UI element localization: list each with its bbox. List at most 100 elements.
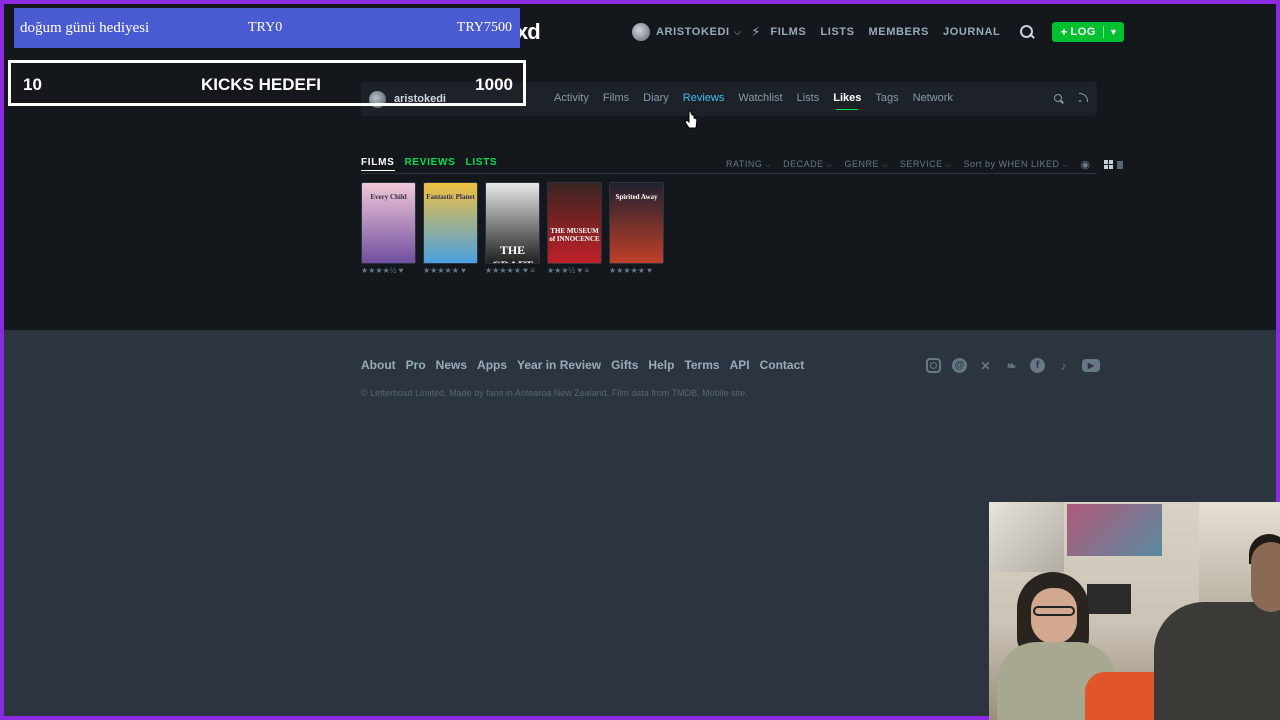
webcam-overlay xyxy=(989,502,1280,720)
rating-stars: ★★★½ xyxy=(547,266,576,275)
facebook-icon[interactable]: f xyxy=(1030,358,1045,373)
filter-bar: RATING ⌵ DECADE ⌵ GENRE ⌵ SERVICE ⌵ Sort by … xyxy=(726,158,1123,171)
footer-credit: © Letterboxd Limited. Made by fans in Ao… xyxy=(361,388,748,398)
film-poster[interactable]: Every Child xyxy=(361,182,416,264)
log-button-label: LOG xyxy=(1070,26,1097,38)
main-area: xd ARISTOKEDI ⌵ ⚡︎ FILMS LISTS MEMBERS J… xyxy=(4,4,1276,330)
instagram-icon[interactable] xyxy=(926,358,941,373)
filter-genre-label: GENRE xyxy=(844,159,879,169)
nav-lists[interactable]: LISTS xyxy=(820,26,854,38)
footer-link-help[interactable]: Help xyxy=(648,358,674,372)
wall-poster xyxy=(1067,504,1162,556)
likes-subtabs: FILMS REVIEWS LISTS xyxy=(361,157,507,171)
liked-heart-icon: ♥ xyxy=(396,266,404,275)
poster-meta: ★★★★★ ♥ xyxy=(423,266,478,275)
filter-service[interactable]: SERVICE ⌵ xyxy=(900,159,952,170)
sort-dropdown[interactable]: Sort by WHEN LIKED ⌵ xyxy=(963,159,1068,170)
tab-network[interactable]: Network xyxy=(913,92,953,104)
filter-rating[interactable]: RATING ⌵ xyxy=(726,159,771,170)
tab-diary[interactable]: Diary xyxy=(643,92,669,104)
donation-goal-overlay: doğum günü hediyesi TRY0 TRY7500 xyxy=(14,8,520,48)
film-poster[interactable]: Fantastic Planet xyxy=(423,182,478,264)
filter-rating-label: RATING xyxy=(726,159,763,169)
subtab-reviews[interactable]: REVIEWS xyxy=(405,157,456,171)
sort-label: Sort by WHEN LIKED xyxy=(963,159,1060,169)
monitor xyxy=(1087,584,1131,614)
tab-activity[interactable]: Activity xyxy=(554,92,589,104)
footer-link-apps[interactable]: Apps xyxy=(477,358,507,372)
second-person-body xyxy=(1154,602,1280,720)
chevron-down-icon[interactable]: ▼ xyxy=(1109,27,1118,37)
second-person-head xyxy=(1251,542,1280,612)
avatar[interactable] xyxy=(632,23,650,41)
filter-service-label: SERVICE xyxy=(899,159,943,169)
nav-journal[interactable]: JOURNAL xyxy=(943,26,1000,38)
rating-stars: ★★★★★ xyxy=(609,266,645,275)
tab-watchlist[interactable]: Watchlist xyxy=(738,92,782,104)
search-icon[interactable] xyxy=(1020,25,1034,39)
bluesky-icon[interactable]: ❧ xyxy=(1004,358,1019,373)
film-poster-item[interactable]: THE MUSEUM of INNOCENCE ★★★½ ♥ ≡ xyxy=(547,182,602,275)
poster-meta: ★★★★★ ♥ ≡ xyxy=(485,266,540,275)
chevron-down-icon: ⌵ xyxy=(826,162,833,169)
footer-link-api[interactable]: API xyxy=(730,358,750,372)
rss-icon[interactable] xyxy=(1079,93,1089,103)
tab-films[interactable]: Films xyxy=(603,92,629,104)
poster-title: Fantastic Planet xyxy=(426,193,475,201)
review-text-icon: ≡ xyxy=(527,266,535,275)
footer-link-pro[interactable]: Pro xyxy=(406,358,426,372)
kicks-title: KICKS HEDEFI xyxy=(201,75,321,94)
subtab-lists[interactable]: LISTS xyxy=(466,157,498,171)
tab-lists[interactable]: Lists xyxy=(797,92,820,104)
log-button-divider xyxy=(1103,26,1105,38)
threads-icon[interactable]: @ xyxy=(952,358,967,373)
footer-link-year-in-review[interactable]: Year in Review xyxy=(517,358,601,372)
filter-decade-label: DECADE xyxy=(783,159,824,169)
subtab-films[interactable]: FILMS xyxy=(361,157,395,171)
poster-title: THE MUSEUM of INNOCENCE xyxy=(549,227,600,243)
nav-films[interactable]: FILMS xyxy=(770,26,806,38)
eye-icon[interactable]: ◉ xyxy=(1080,158,1090,171)
film-poster[interactable]: THE MUSEUM of INNOCENCE xyxy=(547,182,602,264)
footer-link-news[interactable]: News xyxy=(436,358,467,372)
tab-tags[interactable]: Tags xyxy=(875,92,898,104)
rating-stars: ★★★★½ xyxy=(361,266,397,275)
account-username[interactable]: ARISTOKEDI xyxy=(656,26,730,38)
footer-links: About Pro News Apps Year in Review Gifts… xyxy=(361,358,814,372)
tab-reviews[interactable]: Reviews xyxy=(683,92,725,104)
chevron-down-icon[interactable]: ⌵ xyxy=(734,27,742,38)
x-icon[interactable]: ✕ xyxy=(978,358,993,373)
film-poster-item[interactable]: Spirited Away ★★★★★ ♥ xyxy=(609,182,664,275)
nav-members[interactable]: MEMBERS xyxy=(869,26,929,38)
footer-link-terms[interactable]: Terms xyxy=(684,358,719,372)
profile-tabs: Activity Films Diary Reviews Watchlist L… xyxy=(554,92,967,110)
tab-likes[interactable]: Likes xyxy=(833,92,861,110)
kicks-goal-overlay: 10 KICKS HEDEFI 1000 xyxy=(8,60,526,106)
film-poster-item[interactable]: Fantastic Planet ★★★★★ ♥ xyxy=(423,182,478,275)
filter-decade[interactable]: DECADE ⌵ xyxy=(783,159,832,170)
filter-genre[interactable]: GENRE ⌵ xyxy=(844,159,887,170)
film-poster[interactable]: Spirited Away xyxy=(609,182,664,264)
chevron-down-icon: ⌵ xyxy=(1062,162,1069,169)
footer-link-gifts[interactable]: Gifts xyxy=(611,358,638,372)
poster-meta: ★★★½ ♥ ≡ xyxy=(547,266,602,275)
activity-bolt-icon[interactable]: ⚡︎ xyxy=(751,24,760,40)
rating-stars: ★★★★★ xyxy=(485,266,521,275)
film-poster-item[interactable]: Every Child ★★★★½ ♥ xyxy=(361,182,416,275)
footer-link-about[interactable]: About xyxy=(361,358,396,372)
log-button[interactable]: + LOG ▼ xyxy=(1052,22,1124,42)
film-poster[interactable]: THE CRAFT xyxy=(485,182,540,264)
donation-title: doğum günü hediyesi xyxy=(20,20,150,36)
footer-link-contact[interactable]: Contact xyxy=(760,358,805,372)
search-icon[interactable] xyxy=(1054,94,1064,104)
chevron-down-icon: ⌵ xyxy=(765,162,772,169)
list-view-icon[interactable] xyxy=(1116,160,1123,169)
tiktok-icon[interactable]: ♪ xyxy=(1056,358,1071,373)
poster-title: Spirited Away xyxy=(615,193,658,201)
grid-view-icon[interactable] xyxy=(1103,160,1113,169)
film-poster-item[interactable]: THE CRAFT ★★★★★ ♥ ≡ xyxy=(485,182,540,275)
wall-poster xyxy=(989,502,1064,572)
plus-icon: + xyxy=(1060,25,1068,39)
streamer-face xyxy=(1031,588,1077,644)
youtube-icon[interactable]: ▶ xyxy=(1082,359,1100,372)
